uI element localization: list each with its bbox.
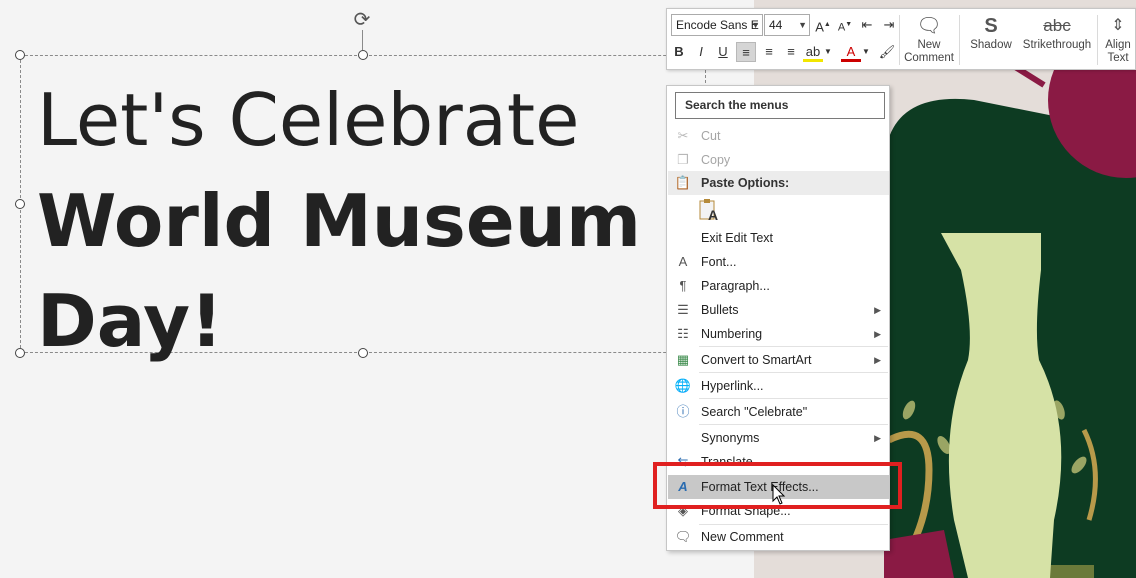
shadow-button[interactable]: S Shadow	[967, 13, 1015, 52]
submenu-arrow-icon: ▶	[874, 355, 881, 365]
align-text-icon: ⇕	[1111, 17, 1125, 34]
new-comment-label-1: New	[917, 39, 941, 51]
hyperlink-icon: 🌐	[674, 378, 692, 393]
smartart-icon: ▦	[676, 352, 690, 367]
menu-item-exit-edit-text[interactable]: Exit Edit Text	[668, 226, 889, 250]
shadow-label: Shadow	[970, 39, 1012, 51]
underline-button[interactable]: U	[713, 42, 733, 62]
toolbar-divider	[959, 15, 960, 65]
paste-keep-text-only-button[interactable]: A	[698, 198, 720, 223]
shadow-icon: S	[984, 15, 998, 37]
decrease-indent-icon[interactable]: ⇤	[857, 15, 877, 35]
menu-item-copy: ❐ Copy	[668, 148, 889, 172]
menu-item-label: Search "Celebrate"	[701, 405, 808, 419]
submenu-arrow-icon: ▶	[874, 305, 881, 315]
submenu-arrow-icon: ▶	[874, 433, 881, 443]
menu-item-label: Paste Options:	[701, 176, 790, 190]
font-size-value: 44	[769, 18, 783, 32]
resize-handle-bottom-left[interactable]	[15, 348, 25, 358]
rotate-handle-stem	[362, 30, 363, 50]
menu-item-synonyms[interactable]: Synonyms ▶	[668, 426, 889, 450]
menu-search-input[interactable]: Search the menus	[675, 92, 885, 119]
menu-separator	[699, 346, 888, 347]
mouse-cursor-icon	[772, 483, 786, 511]
toolbar-divider	[899, 15, 900, 65]
new-comment-button[interactable]: 🗨 New Comment	[901, 13, 957, 65]
increase-font-size-icon[interactable]: A▲	[813, 15, 833, 35]
slide-canvas: ⟳ Let's Celebrate World Museum Day!	[0, 0, 1136, 578]
toolbar-divider	[1097, 15, 1098, 65]
strikethrough-label: Strikethrough	[1022, 39, 1092, 51]
resize-handle-top-left[interactable]	[15, 50, 25, 60]
title-line-3[interactable]: Day!	[37, 285, 223, 357]
menu-item-new-comment[interactable]: 🗨 New Comment	[668, 525, 889, 549]
font-size-select[interactable]: 44 ▼	[764, 14, 810, 36]
chevron-down-icon[interactable]: ▼	[823, 42, 833, 62]
font-color-icon[interactable]: A	[841, 42, 861, 62]
align-text-label-2: Text	[1107, 52, 1129, 64]
title-line-2[interactable]: World Museum	[37, 185, 641, 257]
font-name-select[interactable]: Encode Sans E ▼	[671, 14, 763, 36]
strikethrough-button[interactable]: abc Strikethrough	[1019, 13, 1095, 52]
menu-separator	[699, 398, 888, 399]
format-painter-icon[interactable]: 🖌	[877, 42, 897, 62]
menu-separator	[699, 424, 888, 425]
scissors-icon: ✂	[677, 128, 689, 143]
menu-item-label: Cut	[701, 129, 721, 143]
resize-handle-left[interactable]	[15, 199, 25, 209]
paragraph-icon: ¶	[679, 278, 687, 293]
font-icon: A	[678, 254, 688, 269]
resize-handle-top[interactable]	[358, 50, 368, 60]
numbering-icon: ☷	[677, 326, 689, 341]
menu-item-hyperlink[interactable]: 🌐 Hyperlink...	[668, 374, 889, 398]
menu-item-label: Exit Edit Text	[701, 231, 774, 245]
decrease-font-size-icon[interactable]: A▼	[835, 15, 855, 35]
menu-item-paragraph[interactable]: ¶ Paragraph...	[668, 274, 889, 298]
menu-item-numbering[interactable]: ☷ Numbering ▶	[668, 322, 889, 346]
menu-item-label: Hyperlink...	[701, 379, 764, 393]
menu-item-font[interactable]: A Font...	[668, 250, 889, 274]
menu-item-label: Copy	[701, 153, 731, 167]
paste-icon: 📋	[674, 175, 692, 190]
increase-indent-icon[interactable]: ⇥	[879, 15, 899, 35]
menu-item-label: Numbering	[701, 327, 763, 341]
menu-item-label: Font...	[701, 255, 737, 269]
rotate-handle-icon[interactable]: ⟳	[351, 9, 373, 31]
menu-item-label: Paragraph...	[701, 279, 770, 293]
menu-item-label: New Comment	[701, 530, 784, 544]
svg-text:A: A	[708, 207, 718, 222]
bullets-icon: ☰	[677, 302, 689, 317]
menu-header-paste-options: 📋 Paste Options:	[668, 171, 889, 195]
menu-separator	[699, 372, 888, 373]
align-text-button[interactable]: ⇕ Align Text	[1101, 13, 1135, 65]
chevron-down-icon[interactable]: ▼	[861, 42, 871, 62]
align-right-icon[interactable]: ≡	[781, 42, 801, 62]
new-comment-label-2: Comment	[904, 52, 954, 64]
mini-toolbar: Encode Sans E ▼ 44 ▼ A▲ A▼ ⇤ ⇥ B I U ≡ ≡…	[666, 8, 1136, 70]
strikethrough-icon: abc	[1043, 16, 1071, 35]
menu-item-bullets[interactable]: ☰ Bullets ▶	[668, 298, 889, 322]
chevron-down-icon: ▼	[751, 20, 760, 30]
highlight-color-icon[interactable]: ab	[803, 42, 823, 62]
menu-item-convert-to-smartart[interactable]: ▦ Convert to SmartArt ▶	[668, 348, 889, 372]
copy-icon: ❐	[677, 152, 689, 167]
title-line-1[interactable]: Let's Celebrate	[37, 84, 579, 156]
menu-item-smart-lookup[interactable]: ⓘ Search "Celebrate"	[668, 400, 889, 424]
align-text-label-1: Align	[1105, 39, 1131, 51]
menu-item-label: Convert to SmartArt	[701, 353, 812, 367]
menu-item-label: Bullets	[701, 303, 739, 317]
smart-lookup-icon: ⓘ	[676, 404, 690, 419]
bold-button[interactable]: B	[669, 42, 689, 62]
font-name-value: Encode Sans E	[676, 18, 759, 32]
italic-button[interactable]: I	[691, 42, 711, 62]
new-comment-icon: 🗨	[674, 529, 692, 544]
resize-handle-bottom[interactable]	[358, 348, 368, 358]
menu-item-label: Synonyms	[701, 431, 760, 445]
submenu-arrow-icon: ▶	[874, 329, 881, 339]
menu-item-cut: ✂ Cut	[668, 124, 889, 148]
align-center-icon[interactable]: ≡	[759, 42, 779, 62]
chevron-down-icon: ▼	[798, 20, 807, 30]
new-comment-icon: 🗨	[916, 15, 942, 37]
align-left-icon[interactable]: ≡	[736, 42, 756, 62]
